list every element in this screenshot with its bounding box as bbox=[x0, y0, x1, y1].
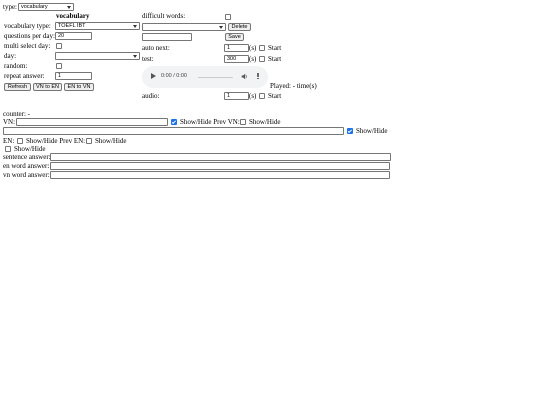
long-input-show-hide-label: Show/Hide bbox=[356, 127, 388, 135]
played-text: Played: - time(s) bbox=[270, 82, 317, 90]
prev-en-show-hide-checkbox[interactable] bbox=[86, 138, 92, 144]
prev-vn-show-hide-checkbox[interactable] bbox=[240, 119, 246, 125]
random-label: random: bbox=[4, 62, 28, 70]
audio-player[interactable]: 0:00 / 0:00 bbox=[142, 66, 268, 88]
audio-label: audio: bbox=[142, 92, 160, 100]
en-show-hide-checkbox[interactable] bbox=[17, 138, 23, 144]
more-options-icon[interactable] bbox=[257, 73, 259, 80]
auto-next-input[interactable]: 1 bbox=[224, 44, 249, 52]
auto-next-start-label: Start bbox=[268, 44, 282, 52]
auto-next-unit: (s) bbox=[249, 44, 257, 52]
vn-to-en-button[interactable]: VN to EN bbox=[33, 83, 62, 91]
en-to-vn-button[interactable]: EN to VN bbox=[64, 83, 94, 91]
audio-start-checkbox[interactable] bbox=[259, 93, 265, 99]
volume-icon[interactable] bbox=[241, 73, 248, 80]
auto-next-start-checkbox[interactable] bbox=[259, 45, 265, 51]
difficult-words-label: difficult words: bbox=[142, 12, 186, 20]
en-word-answer-label: en word answer: bbox=[3, 162, 50, 170]
audio-unit: (s) bbox=[249, 92, 257, 100]
random-checkbox[interactable] bbox=[56, 63, 62, 69]
questions-per-day-label: questions per day: bbox=[4, 32, 55, 40]
sentence-answer-label: sentence answer: bbox=[3, 153, 51, 161]
multi-select-day-checkbox[interactable] bbox=[56, 43, 62, 49]
day-label: day: bbox=[4, 52, 17, 60]
difficult-words-select[interactable] bbox=[142, 23, 226, 31]
type-select[interactable]: vocabulary bbox=[18, 3, 74, 11]
show-hide-checkbox[interactable] bbox=[5, 146, 11, 152]
vn-word-answer-input[interactable] bbox=[50, 171, 390, 179]
audio-input[interactable]: 1 bbox=[224, 92, 249, 100]
long-input-show-hide-checkbox[interactable] bbox=[347, 128, 353, 134]
day-select[interactable] bbox=[55, 52, 140, 60]
prev-vn-show-hide-label: Show/Hide bbox=[249, 118, 281, 126]
long-text-input[interactable] bbox=[3, 127, 344, 135]
audio-start-label: Start bbox=[268, 92, 282, 100]
test-start-checkbox[interactable] bbox=[259, 56, 265, 62]
en-word-answer-input[interactable] bbox=[50, 162, 390, 170]
vocab-type-select[interactable]: TOEFL IBT bbox=[55, 22, 140, 30]
player-time: 0:00 / 0:00 bbox=[161, 73, 187, 79]
difficult-words-checkbox[interactable] bbox=[225, 14, 231, 20]
repeat-answer-label: repeat answer: bbox=[4, 72, 45, 80]
multi-select-day-label: multi select day: bbox=[4, 42, 51, 50]
vn-label: VN: bbox=[3, 118, 16, 126]
questions-per-day-input[interactable]: 20 bbox=[55, 32, 92, 40]
vn-input[interactable] bbox=[16, 118, 168, 126]
save-button[interactable]: Save bbox=[225, 33, 244, 41]
vn-show-hide-prev-label: Show/Hide Prev VN: bbox=[180, 118, 240, 126]
play-icon[interactable] bbox=[151, 73, 156, 79]
prev-en-show-hide-label: Show/Hide bbox=[95, 137, 127, 145]
vocab-type-label: vocabulary type: bbox=[4, 22, 51, 30]
section-title: vocabulary bbox=[56, 12, 90, 20]
delete-button[interactable]: Delete bbox=[228, 23, 251, 31]
test-label: test: bbox=[142, 55, 154, 63]
sentence-answer-input[interactable] bbox=[50, 153, 391, 161]
auto-next-label: auto next: bbox=[142, 44, 170, 52]
test-start-label: Start bbox=[268, 55, 282, 63]
new-word-input[interactable] bbox=[142, 33, 192, 41]
vn-word-answer-label: vn word answer: bbox=[3, 171, 50, 179]
progress-track[interactable] bbox=[198, 76, 233, 78]
vocab-type-select-value: TOEFL IBT bbox=[58, 23, 86, 29]
refresh-button[interactable]: Refresh bbox=[4, 83, 31, 91]
vn-show-hide-checkbox[interactable] bbox=[171, 119, 177, 125]
type-label: type: bbox=[3, 3, 17, 11]
en-label: EN: bbox=[3, 137, 15, 145]
type-select-value: vocabulary bbox=[21, 4, 48, 10]
repeat-answer-input[interactable]: 1 bbox=[55, 72, 92, 80]
test-unit: (s) bbox=[249, 55, 257, 63]
test-input[interactable]: 300 bbox=[224, 55, 249, 63]
